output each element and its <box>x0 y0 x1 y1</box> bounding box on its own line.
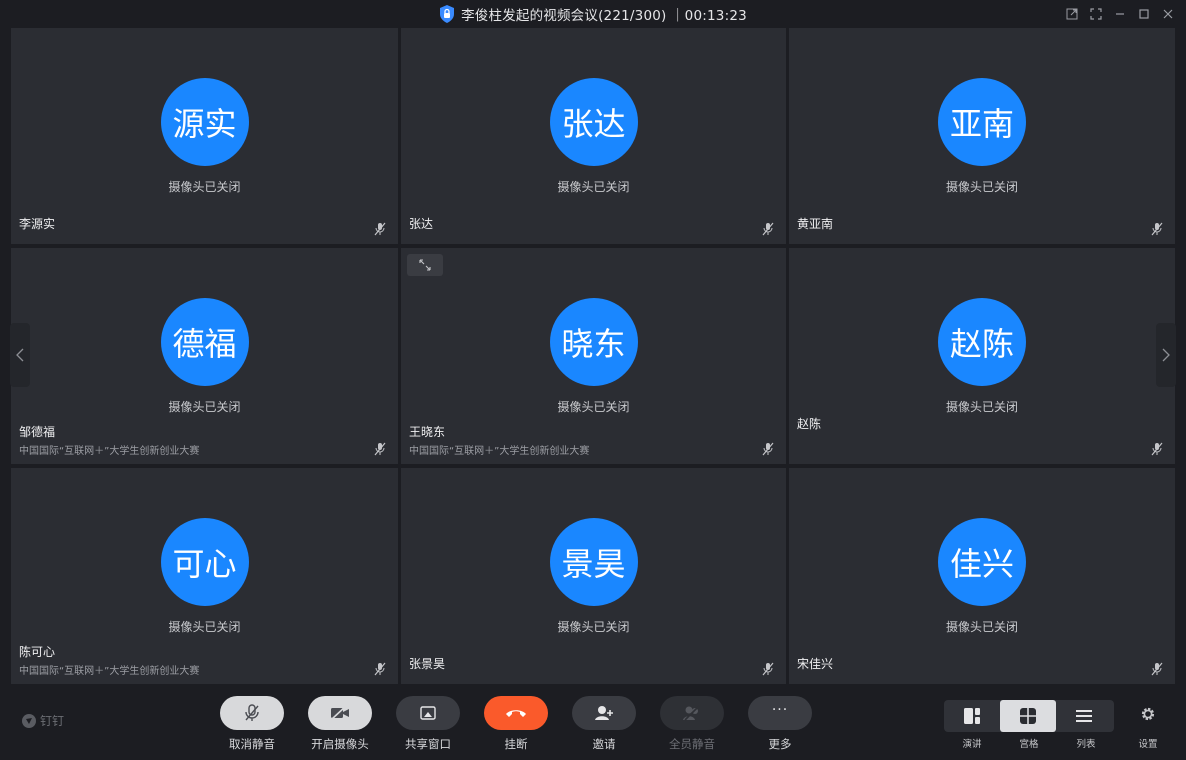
avatar: 景昊 <box>549 518 638 606</box>
avatar: 晓东 <box>549 298 638 386</box>
mute-all-icon <box>683 705 700 721</box>
participant-tile[interactable]: 佳兴 摄像头已关闭 宋佳兴 <box>789 468 1175 684</box>
mic-muted-icon <box>245 704 259 721</box>
camera-off-icon <box>331 706 349 720</box>
participant-name: 张达 <box>409 217 434 231</box>
close-icon[interactable] <box>1158 4 1178 24</box>
mic-muted-icon <box>374 662 386 676</box>
previous-page-button[interactable] <box>10 323 30 387</box>
grid-view-label: 宫格 <box>1019 739 1039 750</box>
fullscreen-icon[interactable] <box>1086 4 1106 24</box>
avatar: 可心 <box>160 518 249 606</box>
mic-muted-icon <box>762 662 774 676</box>
avatar: 张达 <box>549 78 638 166</box>
grid-layout-icon <box>1020 708 1036 724</box>
list-view-label: 列表 <box>1076 739 1096 750</box>
participant-name: 赵陈 <box>797 417 822 431</box>
avatar: 赵陈 <box>938 298 1026 386</box>
popout-icon[interactable] <box>1062 4 1082 24</box>
participant-tile[interactable]: 德福 摄像头已关闭 邹德福 中国国际“互联网＋”大学生创新创业大赛 <box>11 248 398 464</box>
participant-tile[interactable]: 景昊 摄像头已关闭 张景昊 <box>401 468 786 684</box>
share-screen-icon <box>420 706 436 720</box>
camera-off-status: 摄像头已关闭 <box>168 180 241 194</box>
mic-muted-icon <box>374 222 386 236</box>
mic-muted-icon <box>1151 442 1163 456</box>
speaker-layout-icon <box>964 708 980 724</box>
mic-muted-icon <box>762 222 774 236</box>
minimize-icon[interactable] <box>1110 4 1130 24</box>
secure-shield-icon <box>440 5 455 23</box>
brand-name: 钉钉 <box>40 714 65 728</box>
participant-tile[interactable]: 亚南 摄像头已关闭 黄亚南 <box>789 28 1175 244</box>
share-window-button[interactable]: 共享窗口 <box>396 696 460 752</box>
participant-name: 张景昊 <box>409 657 446 671</box>
more-icon: ··· <box>771 702 789 718</box>
list-view-button[interactable] <box>1056 700 1112 732</box>
camera-off-status: 摄像头已关闭 <box>557 620 630 634</box>
next-page-button[interactable] <box>1156 323 1176 387</box>
maximize-icon[interactable] <box>1134 4 1154 24</box>
participant-name: 李源实 <box>19 217 56 231</box>
phone-hangup-icon <box>506 710 526 717</box>
expand-icon <box>419 259 431 271</box>
list-layout-icon <box>1076 710 1092 722</box>
avatar: 德福 <box>160 298 249 386</box>
camera-off-status: 摄像头已关闭 <box>557 400 630 414</box>
hang-up-button[interactable]: 挂断 <box>484 696 548 752</box>
add-user-icon <box>595 706 613 720</box>
participant-tile[interactable]: 张达 摄像头已关闭 张达 <box>401 28 786 244</box>
avatar: 佳兴 <box>938 518 1026 606</box>
chevron-left-icon <box>16 348 24 362</box>
participant-org: 中国国际“互联网＋”大学生创新创业大赛 <box>19 446 200 457</box>
chevron-right-icon <box>1162 348 1170 362</box>
avatar: 源实 <box>160 78 249 166</box>
participant-tile[interactable]: 赵陈 摄像头已关闭 赵陈 <box>789 248 1175 464</box>
mic-muted-icon <box>1151 662 1163 676</box>
speaker-view-button[interactable] <box>944 700 1000 732</box>
invite-button[interactable]: 邀请 <box>572 696 636 752</box>
participant-name: 宋佳兴 <box>797 657 834 671</box>
meeting-title: 李俊柱发起的视频会议(221/300) ｜00:13:23 <box>461 8 747 24</box>
participant-org: 中国国际“互联网＋”大学生创新创业大赛 <box>19 666 200 677</box>
participant-name: 黄亚南 <box>797 217 834 231</box>
title-bar: 李俊柱发起的视频会议(221/300) ｜00:13:23 <box>0 0 1186 28</box>
speaker-view-label: 演讲 <box>962 739 982 750</box>
camera-off-status: 摄像头已关闭 <box>557 180 630 194</box>
mic-muted-icon <box>1151 222 1163 236</box>
participant-name: 陈可心 <box>19 645 56 659</box>
camera-off-status: 摄像头已关闭 <box>945 400 1018 414</box>
participant-tile[interactable]: 可心 摄像头已关闭 陈可心 中国国际“互联网＋”大学生创新创业大赛 <box>11 468 398 684</box>
camera-off-status: 摄像头已关闭 <box>945 620 1018 634</box>
participant-tile[interactable]: 源实 摄像头已关闭 李源实 <box>11 28 398 244</box>
participant-org: 中国国际“互联网＋”大学生创新创业大赛 <box>409 446 590 457</box>
camera-off-status: 摄像头已关闭 <box>945 180 1018 194</box>
mic-muted-icon <box>374 442 386 456</box>
more-button[interactable]: ··· 更多 <box>748 696 812 752</box>
camera-on-button[interactable]: 开启摄像头 <box>308 696 372 752</box>
participant-name: 王晓东 <box>409 425 446 439</box>
camera-off-status: 摄像头已关闭 <box>168 620 241 634</box>
grid-view-button[interactable] <box>1000 700 1056 732</box>
participant-tile[interactable]: 晓东 摄像头已关闭 王晓东 中国国际“互联网＋”大学生创新创业大赛 <box>401 248 786 464</box>
dingtalk-icon <box>22 713 36 728</box>
settings-button[interactable]: 设置 <box>1130 706 1166 750</box>
gear-icon <box>1141 707 1155 721</box>
avatar: 亚南 <box>938 78 1026 166</box>
camera-off-status: 摄像头已关闭 <box>168 400 241 414</box>
brand-logo: 钉钉 <box>22 712 64 729</box>
unmute-button[interactable]: 取消静音 <box>220 696 284 752</box>
participant-grid: 源实 摄像头已关闭 李源实 张达 摄像头已关闭 张达 亚南 摄像头已关闭 黄亚南… <box>11 28 1175 684</box>
expand-tile-button[interactable] <box>407 254 443 276</box>
view-switcher <box>944 700 1114 732</box>
meeting-toolbar: 钉钉 取消静音 开启摄像头 共享窗口 挂断 邀请 全员静音 ··· 更多 演讲 … <box>0 684 1186 760</box>
mic-muted-icon <box>762 442 774 456</box>
mute-all-button[interactable]: 全员静音 <box>660 696 724 752</box>
participant-name: 邹德福 <box>19 425 56 439</box>
